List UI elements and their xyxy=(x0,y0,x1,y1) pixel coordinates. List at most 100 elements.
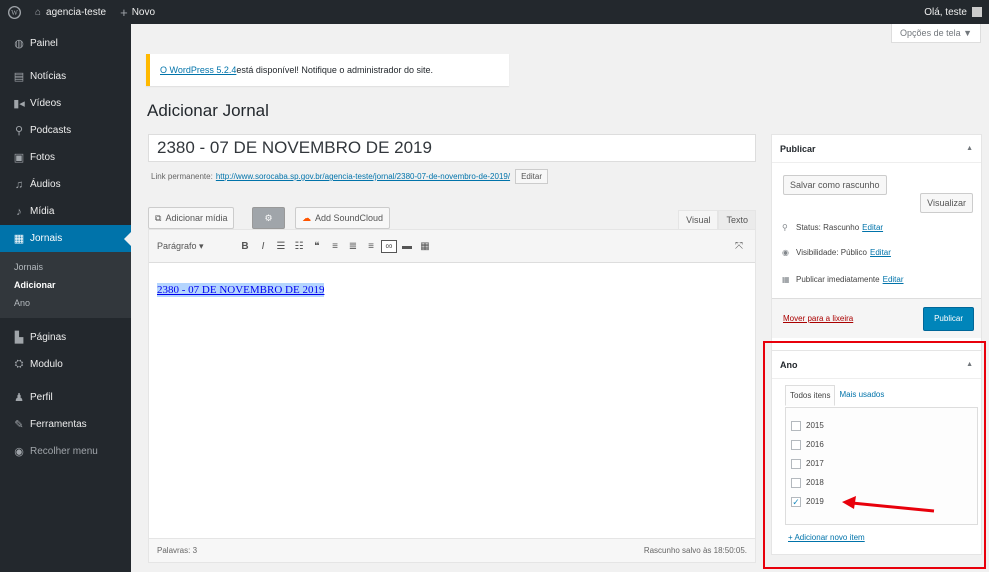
editor-content-area[interactable]: 2380 - 07 DE NOVEMBRO DE 2019 xyxy=(149,263,755,317)
svg-text:W: W xyxy=(11,9,18,17)
pin-icon: ⚲ xyxy=(782,223,788,232)
publish-button[interactable]: Publicar xyxy=(923,306,974,331)
site-name-link[interactable]: ⌂ agencia-teste xyxy=(28,0,113,24)
red-highlight-box xyxy=(763,341,986,569)
submenu-item-jornais[interactable]: Jornais xyxy=(0,258,131,276)
gear-button[interactable]: ⚙ xyxy=(252,207,285,229)
numbered-list-icon[interactable]: ☷ xyxy=(291,241,307,252)
permalink-url[interactable]: http://www.sorocaba.sp.gov.br/agencia-te… xyxy=(216,172,510,181)
add-media-button[interactable]: ⧉ Adicionar mídia xyxy=(148,207,235,229)
module-icon: ⛭ xyxy=(14,358,24,370)
permalink-edit-button[interactable]: Editar xyxy=(515,169,548,184)
add-media-label: Adicionar mídia xyxy=(165,213,228,223)
collapse-menu-button[interactable]: ◉ Recolher menu xyxy=(0,438,131,465)
update-link[interactable]: O WordPress 5.2.4 xyxy=(160,65,236,75)
sidebar-item-label: Notícias xyxy=(30,71,67,82)
news-icon: ▤ xyxy=(13,71,25,83)
submenu-item-ano[interactable]: Ano xyxy=(0,294,131,312)
visibility-edit-link[interactable]: Editar xyxy=(870,248,891,257)
sidebar-item-painel[interactable]: ◍ Painel xyxy=(0,30,131,57)
sidebar-item-midia[interactable]: ♪ Mídia xyxy=(0,198,131,225)
tools-icon: ✎ xyxy=(14,419,24,431)
draft-saved-status: Rascunho salvo às 18:50:05. xyxy=(643,546,747,555)
calendar-icon: ▦ xyxy=(782,275,790,284)
read-more-icon[interactable]: ▬ xyxy=(399,241,415,252)
user-menu[interactable]: Olá, teste xyxy=(917,0,989,24)
tab-visual[interactable]: Visual xyxy=(678,210,719,230)
sidebar-item-videos[interactable]: ▮◂ Vídeos xyxy=(0,90,131,117)
post-status: ⚲ Status: Rascunho Editar xyxy=(782,223,883,232)
content-editor: Parágrafo ▾ B I ☰ ☷ ❝ ≡ ≣ ≡ ∞ ▬ ▦ ⤧ 2380… xyxy=(148,229,756,563)
trash-link[interactable]: Mover para a lixeira xyxy=(783,314,853,323)
permalink: Link permanente: http://www.sorocaba.sp.… xyxy=(151,169,548,184)
status-label: Status: Rascunho xyxy=(796,223,860,232)
align-right-icon[interactable]: ≡ xyxy=(363,241,379,252)
preview-button[interactable]: Visualizar xyxy=(920,193,973,213)
toolbar-toggle-icon[interactable]: ▦ xyxy=(417,241,433,252)
sidebar-item-label: Podcasts xyxy=(30,125,72,136)
site-name-label: agencia-teste xyxy=(46,6,107,18)
sidebar-item-noticias[interactable]: ▤ Notícias xyxy=(0,63,131,90)
schedule-edit-link[interactable]: Editar xyxy=(883,275,904,284)
align-left-icon[interactable]: ≡ xyxy=(327,241,343,252)
visibility-label: Visibilidade: Público xyxy=(796,248,868,257)
content-link[interactable]: 2380 - 07 DE NOVEMBRO DE 2019 xyxy=(157,283,325,297)
collapse-icon: ◉ xyxy=(14,446,24,458)
red-arrow-icon xyxy=(842,496,935,513)
new-content-link[interactable]: + Novo xyxy=(113,0,162,24)
user-greeting: Olá, teste xyxy=(924,6,967,18)
sidebar-item-jornais[interactable]: ▦ Jornais xyxy=(0,225,131,252)
bold-icon[interactable]: B xyxy=(237,241,253,252)
admin-bar: W ⌂ agencia-teste + Novo Olá, teste xyxy=(0,0,989,24)
editor-toolbar: Parágrafo ▾ B I ☰ ☷ ❝ ≡ ≣ ≡ ∞ ▬ ▦ ⤧ xyxy=(149,230,755,263)
podcast-icon: ⚲ xyxy=(14,125,24,137)
editor-status-bar: Palavras: 3 Rascunho salvo às 18:50:05. xyxy=(149,538,755,562)
sidebar-item-label: Ferramentas xyxy=(30,419,87,430)
tab-text[interactable]: Texto xyxy=(718,210,756,230)
sidebar-item-label: Jornais xyxy=(30,233,63,244)
sidebar-item-paginas[interactable]: ▙ Páginas xyxy=(0,324,131,351)
wordpress-icon: W xyxy=(7,5,21,19)
save-draft-button[interactable]: Salvar como rascunho xyxy=(783,175,887,195)
media-icon: ⧉ xyxy=(155,212,162,223)
media-icon: ♪ xyxy=(16,205,22,218)
submenu-item-adicionar[interactable]: Adicionar xyxy=(0,276,131,294)
post-schedule: ▦ Publicar imediatamente Editar xyxy=(782,275,904,284)
notice-text: está disponível! Notifique o administrad… xyxy=(236,65,433,75)
sidebar-item-label: Áudios xyxy=(30,179,61,190)
italic-icon[interactable]: I xyxy=(255,241,271,252)
user-icon: ♟ xyxy=(14,392,24,404)
schedule-label: Publicar imediatamente xyxy=(796,275,880,284)
screen-options-button[interactable]: Opções de tela ▼ xyxy=(891,24,981,43)
sidebar-item-fotos[interactable]: ▣ Fotos xyxy=(0,144,131,171)
status-edit-link[interactable]: Editar xyxy=(862,223,883,232)
add-soundcloud-button[interactable]: ☁ Add SoundCloud xyxy=(295,207,391,229)
post-title-input[interactable]: 2380 - 07 DE NOVEMBRO DE 2019 xyxy=(148,134,756,162)
permalink-label: Link permanente: xyxy=(151,172,213,181)
sidebar-item-audios[interactable]: ♫ Áudios xyxy=(0,171,131,198)
sidebar-item-podcasts[interactable]: ⚲ Podcasts xyxy=(0,117,131,144)
align-center-icon[interactable]: ≣ xyxy=(345,241,361,252)
dashboard-icon: ◍ xyxy=(14,38,24,50)
publish-box-header[interactable]: Publicar ▲ xyxy=(772,135,981,163)
bullet-list-icon[interactable]: ☰ xyxy=(273,241,289,252)
newspaper-icon: ▦ xyxy=(13,233,25,245)
sidebar-item-modulo[interactable]: ⛭ Modulo xyxy=(0,351,131,378)
plus-icon: + xyxy=(120,4,128,20)
photo-icon: ▣ xyxy=(13,152,25,164)
blockquote-icon[interactable]: ❝ xyxy=(309,241,325,252)
sidebar-item-ferramentas[interactable]: ✎ Ferramentas xyxy=(0,411,131,438)
format-select[interactable]: Parágrafo ▾ xyxy=(157,241,237,252)
sidebar-item-label: Fotos xyxy=(30,152,56,163)
fullscreen-icon[interactable]: ⤧ xyxy=(731,241,747,252)
post-visibility: ◉ Visibilidade: Público Editar xyxy=(782,248,891,257)
sidebar-item-label: Painel xyxy=(30,38,58,49)
admin-sidebar: ◍ Painel ▤ Notícias ▮◂ Vídeos ⚲ Podcasts… xyxy=(0,24,131,572)
wordpress-logo-icon[interactable]: W xyxy=(0,0,28,24)
gear-icon: ⚙ xyxy=(264,212,273,223)
sidebar-item-perfil[interactable]: ♟ Perfil xyxy=(0,384,131,411)
link-icon[interactable]: ∞ xyxy=(381,239,397,253)
home-icon: ⌂ xyxy=(35,6,42,18)
collapse-arrow-icon[interactable]: ▲ xyxy=(966,145,973,152)
eye-icon: ◉ xyxy=(782,248,789,257)
